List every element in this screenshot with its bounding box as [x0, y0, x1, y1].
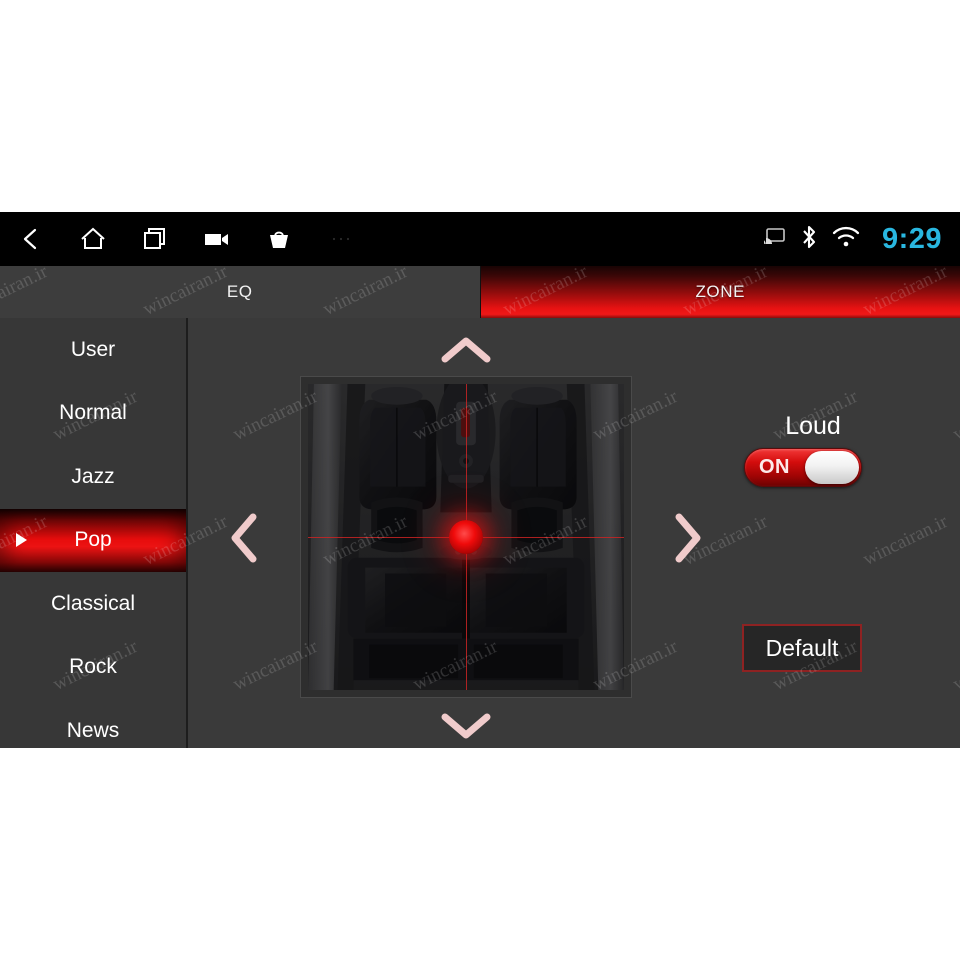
watermark-text: wincairan.ir [139, 11, 232, 70]
preset-label: User [70, 337, 116, 361]
watermark-text: wincairan.ir [859, 761, 952, 820]
home-icon[interactable] [62, 212, 124, 266]
preset-item-pop[interactable]: Pop [0, 508, 186, 572]
cast-icon [760, 227, 786, 251]
watermark-text: wincairan.ir [769, 136, 862, 195]
tab-zone[interactable]: ZONE [480, 266, 960, 318]
car-zone-diagram[interactable] [300, 376, 632, 698]
preset-label: Rock [69, 655, 117, 679]
watermark-text: wincairan.ir [139, 761, 232, 820]
preset-item-rock[interactable]: Rock [0, 636, 186, 700]
video-icon[interactable] [186, 212, 248, 266]
preset-item-jazz[interactable]: Jazz [0, 445, 186, 509]
recents-icon[interactable] [124, 212, 186, 266]
back-icon[interactable] [0, 212, 62, 266]
watermark-text: wincairan.ir [679, 761, 772, 820]
tab-eq-label: EQ [226, 282, 253, 301]
default-button[interactable]: Default [742, 624, 862, 672]
overflow-dots-icon[interactable] [310, 212, 372, 266]
watermark-text: wincairan.ir [49, 136, 142, 195]
car-interior-image [308, 384, 624, 690]
loud-label: Loud [785, 412, 841, 440]
loud-toggle-knob[interactable] [805, 451, 859, 484]
watermark-text: wincairan.ir [499, 761, 592, 820]
preset-label: Classical [50, 591, 136, 615]
content-area: User Normal Jazz Pop Classical Rock News [0, 318, 960, 748]
bluetooth-icon [800, 224, 818, 255]
preset-item-classical[interactable]: Classical [0, 572, 186, 636]
watermark-text: wincairan.ir [949, 886, 960, 945]
watermark-text: wincairan.ir [409, 136, 502, 195]
chevron-down-icon[interactable] [436, 706, 496, 746]
head-unit-screen: 9:29 EQ ZONE User Normal Jazz Pop Classi… [0, 212, 960, 748]
tab-zone-label: ZONE [695, 282, 746, 301]
watermark-text: wincairan.ir [769, 886, 862, 945]
preset-label: Pop [74, 528, 112, 552]
status-icons-group: 9:29 [760, 212, 942, 266]
watermark-text: wincairan.ir [0, 761, 52, 820]
watermark-text: wincairan.ir [319, 11, 412, 70]
clock: 9:29 [881, 222, 942, 255]
zone-pane: Loud ON Default [188, 318, 960, 748]
selected-arrow-icon [16, 533, 27, 548]
watermark-text: wincairan.ir [319, 761, 412, 820]
chevron-up-icon[interactable] [436, 330, 496, 370]
chevron-left-icon[interactable] [224, 513, 264, 563]
navigation-bar [0, 212, 372, 266]
loud-toggle[interactable]: ON [744, 448, 862, 487]
status-bar: 9:29 [0, 212, 960, 266]
watermark-text: wincairan.ir [679, 11, 772, 70]
watermark-text: wincairan.ir [589, 886, 682, 945]
chevron-right-icon[interactable] [668, 513, 708, 563]
watermark-text: wincairan.ir [859, 11, 952, 70]
balance-position-dot[interactable] [449, 520, 483, 554]
watermark-text: wincairan.ir [499, 11, 592, 70]
watermark-text: wincairan.ir [229, 886, 322, 945]
tab-bar: EQ ZONE [0, 266, 960, 318]
loud-toggle-state: ON [759, 456, 790, 478]
eq-preset-list: User Normal Jazz Pop Classical Rock News [0, 318, 188, 748]
preset-label: Jazz [71, 464, 115, 488]
basket-icon[interactable] [248, 212, 310, 266]
watermark-text: wincairan.ir [0, 11, 52, 70]
default-button-label: Default [765, 634, 839, 661]
preset-item-user[interactable]: User [0, 318, 186, 382]
preset-item-normal[interactable]: Normal [0, 382, 186, 446]
watermark-text: wincairan.ir [409, 886, 502, 945]
watermark-text: wincairan.ir [949, 136, 960, 195]
wifi-icon [832, 226, 860, 253]
preset-label: Normal [59, 401, 127, 425]
preset-item-news[interactable]: News [0, 699, 186, 748]
watermark-text: wincairan.ir [589, 136, 682, 195]
watermark-text: wincairan.ir [49, 886, 142, 945]
watermark-text: wincairan.ir [229, 136, 322, 195]
tab-eq[interactable]: EQ [0, 266, 481, 318]
preset-label: News [66, 718, 120, 742]
